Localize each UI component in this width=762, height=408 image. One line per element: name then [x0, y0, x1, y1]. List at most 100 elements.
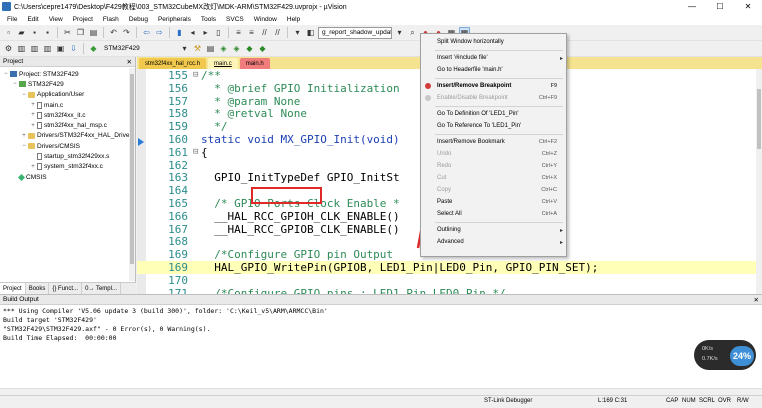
nav-forward-icon[interactable]: ⇨: [154, 27, 165, 38]
find-in-files-icon[interactable]: ◧: [305, 27, 316, 38]
target-options-icon[interactable]: ⚒: [192, 43, 203, 54]
collapse-icon[interactable]: −: [12, 81, 18, 87]
menu-svcs[interactable]: SVCS: [221, 16, 249, 23]
expand-icon[interactable]: +: [21, 133, 27, 139]
editor-tab-main-c[interactable]: main.c: [208, 58, 238, 69]
save-all-icon[interactable]: ▪: [42, 27, 53, 38]
menu-item-insert-remove-bookmark[interactable]: Insert/Remove Bookmark Ctrl+F2: [421, 136, 566, 148]
bookmark-icon[interactable]: ▮: [174, 27, 185, 38]
dropdown-arrow-icon[interactable]: ▾: [292, 27, 303, 38]
tree-node[interactable]: startup_stm32f429xx.s: [0, 151, 135, 161]
code-line[interactable]: 169 HAL_GPIO_WritePin(GPIOB, LED1_Pin|LE…: [137, 261, 762, 274]
indent-icon[interactable]: ≡: [233, 27, 244, 38]
paste-icon[interactable]: ▤: [88, 27, 99, 38]
find-icon[interactable]: ⌕: [407, 27, 418, 38]
editor-tab-stm32f4xx-hal-rcc-h[interactable]: stm32f4xx_hal_rcc.h: [139, 58, 207, 69]
fold-toggle-icon[interactable]: ⊟: [193, 69, 201, 82]
code-line[interactable]: 170: [137, 274, 762, 287]
build-icon[interactable]: ▥: [16, 43, 27, 54]
rebuild-icon[interactable]: ▥: [29, 43, 40, 54]
target-dropdown-icon[interactable]: ▾: [179, 43, 190, 54]
nav-back-icon[interactable]: ⇦: [141, 27, 152, 38]
fold-toggle-icon[interactable]: ⊟: [193, 146, 201, 159]
collapse-icon[interactable]: −: [21, 143, 27, 149]
tree-node[interactable]: + system_stm32f4xx.c: [0, 162, 135, 172]
editor-scrollbar[interactable]: [756, 69, 762, 294]
menu-item-paste[interactable]: Paste Ctrl+V: [421, 196, 566, 208]
menu-help[interactable]: Help: [282, 16, 305, 23]
pack-installer-icon[interactable]: ◈: [231, 43, 242, 54]
tree-node[interactable]: − Application/User: [0, 90, 135, 100]
next-bookmark-icon[interactable]: ▸: [200, 27, 211, 38]
menu-debug[interactable]: Debug: [124, 16, 153, 23]
menu-item-go-to-definition-of-led1-pin[interactable]: Go To Definition Of 'LED1_Pin': [421, 108, 566, 120]
unindent-icon[interactable]: ≡: [246, 27, 257, 38]
select-software-icon[interactable]: ◆: [257, 43, 268, 54]
target-select[interactable]: STM32F429: [101, 43, 177, 55]
project-scrollbar[interactable]: [129, 68, 135, 281]
menu-item-split-window-horizontally[interactable]: Split Window horizontally: [421, 36, 566, 48]
expand-icon[interactable]: +: [30, 102, 36, 108]
tree-node[interactable]: + stm32f4xx_it.c: [0, 110, 135, 120]
stop-build-icon[interactable]: ▣: [55, 43, 66, 54]
tree-node[interactable]: − Drivers/CMSIS: [0, 141, 135, 151]
download-icon[interactable]: ⇩: [68, 43, 79, 54]
tree-node[interactable]: − Project: STM32F429: [0, 69, 135, 79]
menu-item-outlining[interactable]: Outlining ▸: [421, 224, 566, 236]
tree-node[interactable]: CMSIS: [0, 172, 135, 182]
tree-node[interactable]: + stm32f4xx_hal_msp.c: [0, 120, 135, 130]
menu-project[interactable]: Project: [68, 16, 98, 23]
editor-tab-main-h[interactable]: main.h: [239, 58, 270, 69]
menu-item-go-to-reference-to-led1-pin[interactable]: Go To Reference To 'LED1_Pin': [421, 120, 566, 132]
expand-icon[interactable]: +: [30, 123, 36, 129]
tree-node[interactable]: − STM32F429: [0, 79, 135, 89]
project-scroll-thumb[interactable]: [130, 74, 134, 264]
menu-item-advanced[interactable]: Advanced ▸: [421, 236, 566, 248]
file-extensions-icon[interactable]: ▤: [205, 43, 216, 54]
maximize-button[interactable]: ☐: [706, 0, 734, 13]
project-panel-close-icon[interactable]: ✕: [127, 58, 132, 66]
manage-packs-icon[interactable]: ◈: [218, 43, 229, 54]
find-dropdown-icon[interactable]: ▾: [394, 27, 405, 38]
prev-bookmark-icon[interactable]: ◂: [187, 27, 198, 38]
collapse-icon[interactable]: −: [3, 71, 9, 77]
code-line[interactable]: 171 /*Configure GPIO pins : LED1_Pin LED…: [137, 287, 762, 294]
redo-icon[interactable]: ↷: [121, 27, 132, 38]
menu-view[interactable]: View: [44, 16, 68, 23]
new-file-icon[interactable]: ▫: [3, 27, 14, 38]
build-output-close-icon[interactable]: ✕: [754, 296, 759, 304]
tab-books[interactable]: Books: [26, 283, 50, 294]
build-output-hscrollbar[interactable]: [0, 388, 762, 395]
menu-file[interactable]: File: [2, 16, 22, 23]
open-folder-icon[interactable]: ▰: [16, 27, 27, 38]
menu-tools[interactable]: Tools: [196, 16, 221, 23]
menu-item-insert-remove-breakpoint[interactable]: Insert/Remove Breakpoint F9: [421, 80, 566, 92]
run-time-env-icon[interactable]: ◆: [244, 43, 255, 54]
tab-functions[interactable]: {} Funct...: [49, 283, 83, 294]
copy-icon[interactable]: ❐: [75, 27, 86, 38]
tab-templates[interactable]: 0→ Templ...: [82, 283, 121, 294]
menu-flash[interactable]: Flash: [98, 16, 124, 23]
undo-icon[interactable]: ↶: [108, 27, 119, 38]
tab-project[interactable]: Project: [0, 283, 26, 294]
menu-peripherals[interactable]: Peripherals: [153, 16, 196, 23]
collapse-icon[interactable]: −: [21, 92, 27, 98]
clear-bookmarks-icon[interactable]: ▯: [213, 27, 224, 38]
editor-scroll-thumb[interactable]: [757, 89, 761, 149]
cut-icon[interactable]: ✂: [62, 27, 73, 38]
compile-icon[interactable]: ⚙: [3, 43, 14, 54]
menu-window[interactable]: Window: [249, 16, 282, 23]
uncomment-icon[interactable]: //: [272, 27, 283, 38]
expand-icon[interactable]: +: [30, 164, 36, 170]
close-button[interactable]: ✕: [734, 0, 762, 13]
tree-node[interactable]: + main.c: [0, 100, 135, 110]
menu-edit[interactable]: Edit: [22, 16, 43, 23]
comment-icon[interactable]: //: [259, 27, 270, 38]
expand-icon[interactable]: +: [30, 112, 36, 118]
find-combo[interactable]: g_report_shadow_updat: [318, 26, 392, 39]
save-icon[interactable]: ▪: [29, 27, 40, 38]
tree-node[interactable]: + Drivers/STM32F4xx_HAL_Drive: [0, 131, 135, 141]
menu-item-go-to-headerfile-main-h[interactable]: Go to Headerfile 'main.h': [421, 64, 566, 76]
menu-item-select-all[interactable]: Select All Ctrl+A: [421, 208, 566, 220]
minimize-button[interactable]: —: [678, 0, 706, 13]
